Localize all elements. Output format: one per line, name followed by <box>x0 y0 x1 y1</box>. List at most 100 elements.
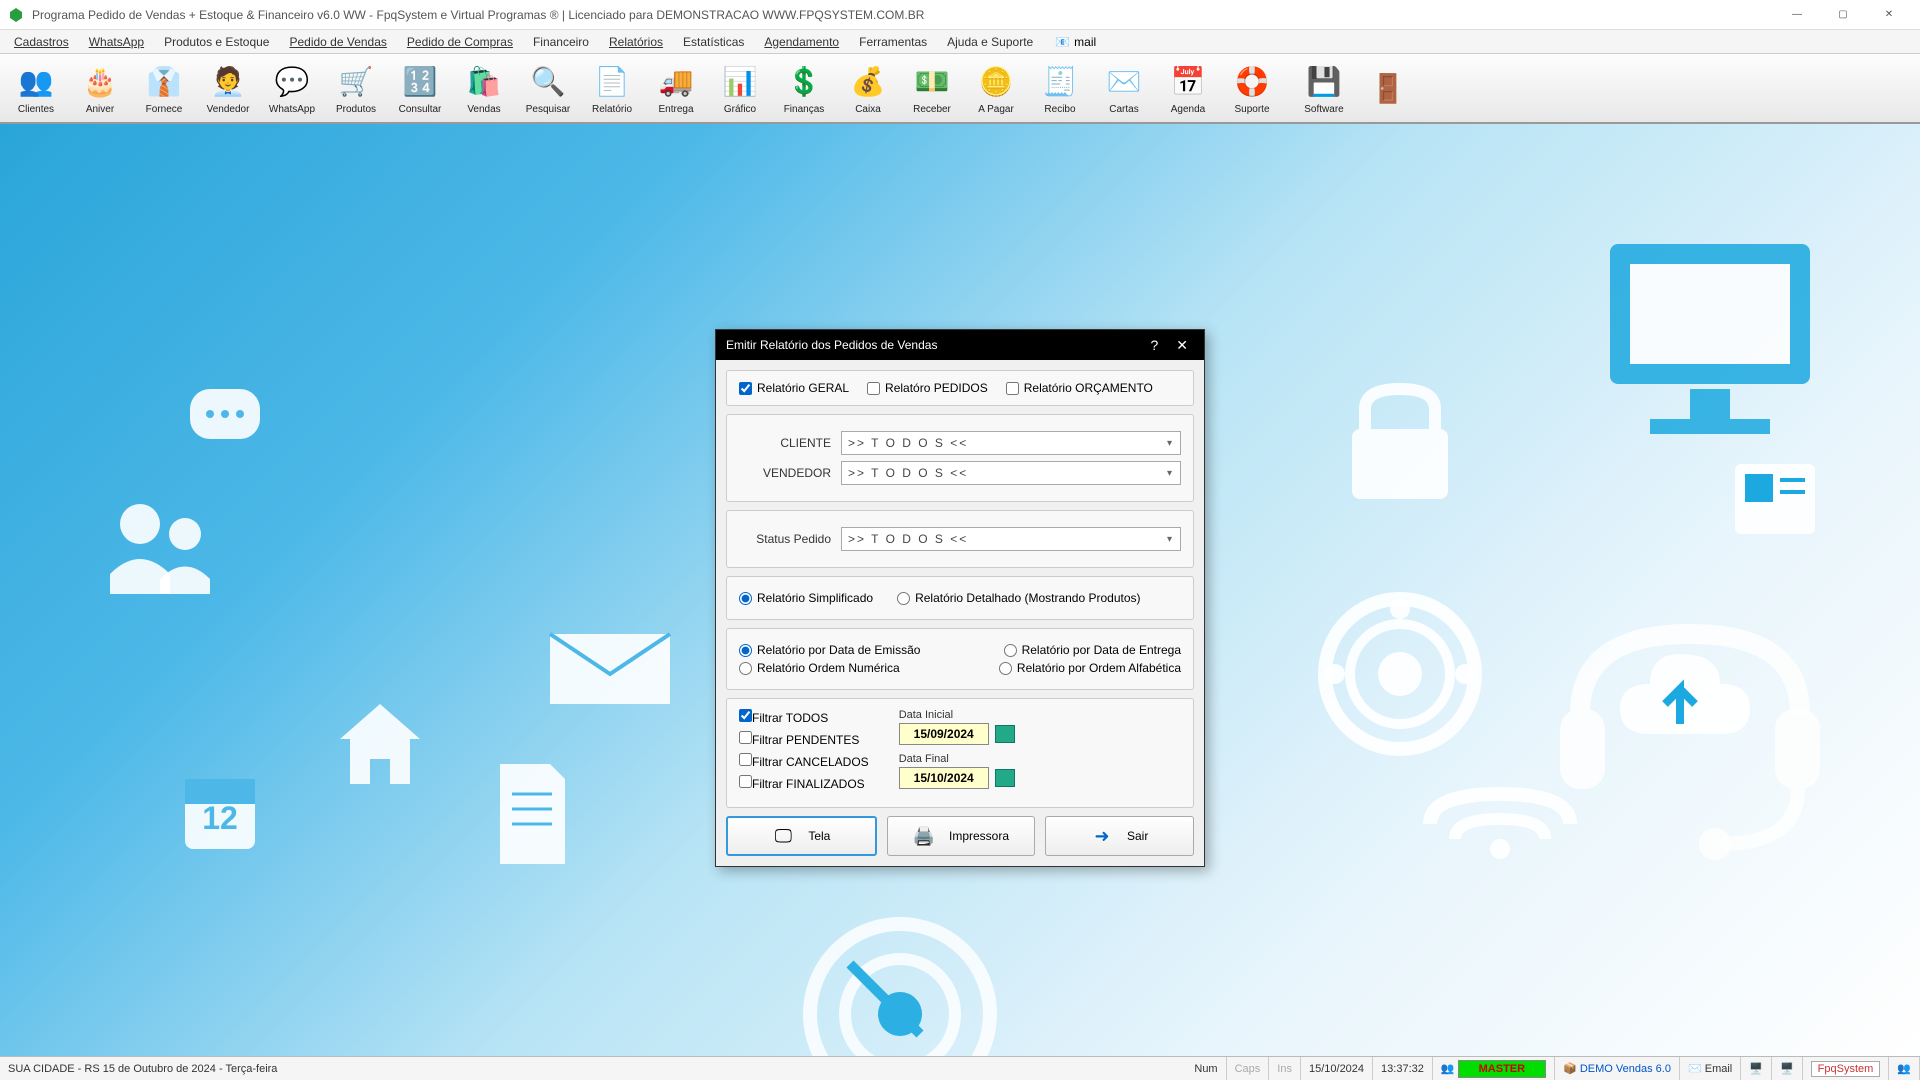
toolbar-pesquisar[interactable]: 🔍Pesquisar <box>516 56 580 120</box>
toolbar-vendas[interactable]: 🛍️Vendas <box>452 56 516 120</box>
close-button[interactable]: ✕ <box>1866 0 1912 30</box>
dialog-close-button[interactable]: ✕ <box>1170 337 1194 354</box>
sair-button[interactable]: ➜ Sair <box>1045 816 1194 856</box>
dialog-titlebar[interactable]: Emitir Relatório dos Pedidos de Vendas ?… <box>716 330 1204 360</box>
status-demo: 📦 DEMO Vendas 6.0 <box>1555 1057 1680 1080</box>
vendas-icon: 🛍️ <box>464 62 504 102</box>
toolbar-vendedor[interactable]: 🧑‍💼Vendedor <box>196 56 260 120</box>
exit-icon: ➜ <box>1091 825 1113 847</box>
radio-ordem-numerica[interactable]: Relatório Ordem Numérica <box>739 661 900 675</box>
toolbar-entrega[interactable]: 🚚Entrega <box>644 56 708 120</box>
toolbar-fornece[interactable]: 👔Fornece <box>132 56 196 120</box>
tela-button[interactable]: 🖵 Tela <box>726 816 877 856</box>
cliente-label: CLIENTE <box>739 436 831 450</box>
exit-icon: 🚪 <box>1368 68 1408 108</box>
toolbar-consultar[interactable]: 🔢Consultar <box>388 56 452 120</box>
menu-estatisticas[interactable]: Estatísticas <box>673 33 754 51</box>
minimize-button[interactable]: — <box>1774 0 1820 30</box>
window-titlebar: Programa Pedido de Vendas + Estoque & Fi… <box>0 0 1920 30</box>
gráfico-icon: 📊 <box>720 62 760 102</box>
status-ins: Ins <box>1269 1057 1301 1080</box>
menu-pedido-vendas[interactable]: Pedido de Vendas <box>279 33 396 51</box>
check-filtrar-finalizados[interactable]: Filtrar FINALIZADOS <box>739 775 869 791</box>
status-email[interactable]: ✉️ Email <box>1680 1057 1741 1080</box>
status-people-icon[interactable]: 👥 <box>1889 1057 1920 1080</box>
menu-relatorios[interactable]: Relatórios <box>599 33 673 51</box>
status-label: Status Pedido <box>739 532 831 546</box>
finanças-icon: 💲 <box>784 62 824 102</box>
calendar-icon[interactable] <box>995 725 1015 743</box>
toolbar-whatsapp[interactable]: 💬WhatsApp <box>260 56 324 120</box>
toolbar-cartas[interactable]: ✉️Cartas <box>1092 56 1156 120</box>
data-final-input[interactable] <box>899 767 989 789</box>
menu-cadastros[interactable]: Cadastros <box>4 33 79 51</box>
menu-ferramentas[interactable]: Ferramentas <box>849 33 937 51</box>
menu-produtos-estoque[interactable]: Produtos e Estoque <box>154 33 279 51</box>
workspace: 12 Emitir Relatório dos Pedidos de Venda… <box>0 124 1920 1056</box>
radio-ordem-alfabetica[interactable]: Relatório por Ordem Alfabética <box>999 661 1181 675</box>
check-relatorio-pedidos[interactable]: Relatóro PEDIDOS <box>867 381 988 395</box>
check-filtrar-todos[interactable]: Filtrar TODOS <box>739 709 869 725</box>
consultar-icon: 🔢 <box>400 62 440 102</box>
status-combo[interactable]: >> T O D O S << ▾ <box>841 527 1181 551</box>
toolbar-caixa[interactable]: 💰Caixa <box>836 56 900 120</box>
check-filtrar-cancelados[interactable]: Filtrar CANCELADOS <box>739 753 869 769</box>
check-relatorio-geral[interactable]: Relatório GERAL <box>739 381 849 395</box>
status-caps: Caps <box>1227 1057 1270 1080</box>
clientes-icon: 👥 <box>16 62 56 102</box>
window-title: Programa Pedido de Vendas + Estoque & Fi… <box>32 8 1774 22</box>
dialog-help-button[interactable]: ? <box>1150 337 1158 353</box>
toolbar-software[interactable]: 💾Software <box>1292 56 1356 120</box>
a pagar-icon: 🪙 <box>976 62 1016 102</box>
check-relatorio-orcamento[interactable]: Relatório ORÇAMENTO <box>1006 381 1153 395</box>
printer-icon: 🖨️ <box>913 825 935 847</box>
status-brand[interactable]: FpqSystem <box>1803 1057 1890 1080</box>
radio-detalhado[interactable]: Relatório Detalhado (Mostrando Produtos) <box>897 591 1140 605</box>
calendar-icon[interactable] <box>995 769 1015 787</box>
toolbar-produtos[interactable]: 🛒Produtos <box>324 56 388 120</box>
toolbar-clientes[interactable]: 👥Clientes <box>4 56 68 120</box>
data-inicial-label: Data Inicial <box>899 709 1015 721</box>
receber-icon: 💵 <box>912 62 952 102</box>
status-location: SUA CIDADE - RS 15 de Outubro de 2024 - … <box>0 1063 1186 1075</box>
toolbar-a pagar[interactable]: 🪙A Pagar <box>964 56 1028 120</box>
check-filtrar-pendentes[interactable]: Filtrar PENDENTES <box>739 731 869 747</box>
maximize-button[interactable]: ▢ <box>1820 0 1866 30</box>
toolbar-relatório[interactable]: 📄Relatório <box>580 56 644 120</box>
data-inicial-input[interactable] <box>899 723 989 745</box>
radio-simplificado[interactable]: Relatório Simplificado <box>739 591 873 605</box>
svg-text:12: 12 <box>202 800 238 836</box>
vendedor-icon: 🧑‍💼 <box>208 62 248 102</box>
menu-ajuda-suporte[interactable]: Ajuda e Suporte <box>937 33 1043 51</box>
toolbar-suporte[interactable]: 🛟Suporte <box>1220 56 1284 120</box>
chevron-down-icon: ▾ <box>1167 468 1174 479</box>
menu-pedido-compras[interactable]: Pedido de Compras <box>397 33 523 51</box>
entrega-icon: 🚚 <box>656 62 696 102</box>
toolbar-exit[interactable]: 🚪 <box>1356 56 1420 120</box>
screen-icon: 🖵 <box>772 825 794 847</box>
toolbar-gráfico[interactable]: 📊Gráfico <box>708 56 772 120</box>
toolbar-receber[interactable]: 💵Receber <box>900 56 964 120</box>
menu-agendamento[interactable]: Agendamento <box>754 33 849 51</box>
impressora-button[interactable]: 🖨️ Impressora <box>887 816 1036 856</box>
menu-mail[interactable]: 📧 mail <box>1055 35 1096 49</box>
status-monitor-icon[interactable]: 🖥️ <box>1772 1057 1803 1080</box>
menu-financeiro[interactable]: Financeiro <box>523 33 599 51</box>
status-date: 15/10/2024 <box>1301 1057 1373 1080</box>
toolbar-finanças[interactable]: 💲Finanças <box>772 56 836 120</box>
menu-whatsapp[interactable]: WhatsApp <box>79 33 154 51</box>
fornece-icon: 👔 <box>144 62 184 102</box>
radio-data-entrega[interactable]: Relatório por Data de Entrega <box>1004 643 1181 657</box>
status-bar: SUA CIDADE - RS 15 de Outubro de 2024 - … <box>0 1056 1920 1080</box>
cliente-combo[interactable]: >> T O D O S << ▾ <box>841 431 1181 455</box>
vendedor-combo[interactable]: >> T O D O S << ▾ <box>841 461 1181 485</box>
status-screen-icon[interactable]: 🖥️ <box>1741 1057 1772 1080</box>
chevron-down-icon: ▾ <box>1167 438 1174 449</box>
toolbar-agenda[interactable]: 📅Agenda <box>1156 56 1220 120</box>
software-icon: 💾 <box>1304 62 1344 102</box>
chevron-down-icon: ▾ <box>1167 534 1174 545</box>
mail-icon: ✉️ <box>1688 1062 1702 1075</box>
toolbar-recibo[interactable]: 🧾Recibo <box>1028 56 1092 120</box>
radio-data-emissao[interactable]: Relatório por Data de Emissão <box>739 643 920 657</box>
toolbar-aniver[interactable]: 🎂Aniver <box>68 56 132 120</box>
